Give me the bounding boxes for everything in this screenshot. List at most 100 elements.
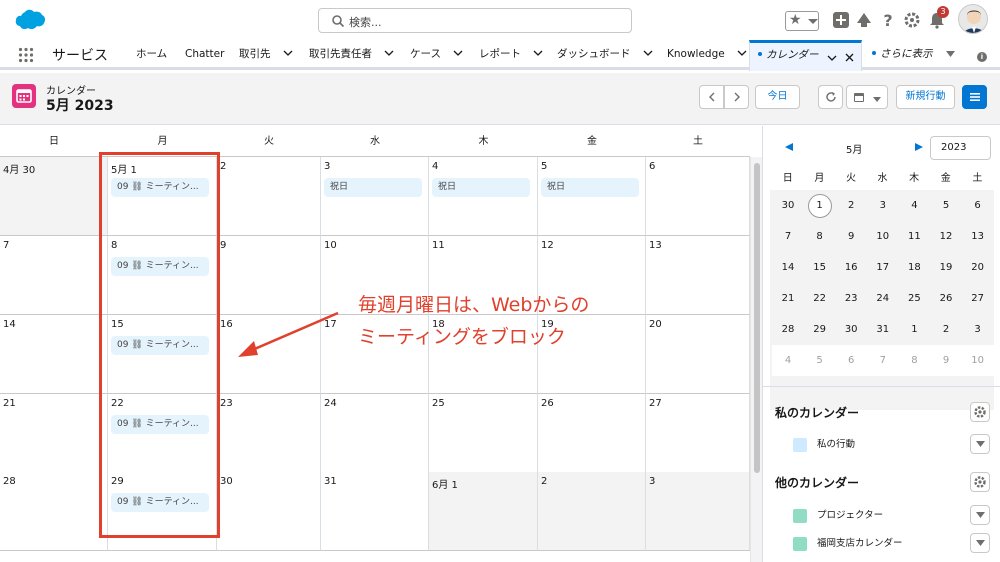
calendar-day-cell[interactable]: 4月 30 bbox=[0, 157, 108, 236]
chevron-down-icon[interactable] bbox=[827, 53, 837, 63]
calendar-day-cell[interactable]: 3 bbox=[646, 472, 750, 551]
calendar-view-menu-button[interactable] bbox=[846, 85, 888, 109]
mini-day[interactable]: 6 bbox=[962, 190, 994, 221]
nav-tab-calendar[interactable]: カレンダー bbox=[749, 40, 862, 71]
mini-day[interactable]: 30 bbox=[772, 190, 804, 221]
calendar-day-cell[interactable]: 3 祝日 bbox=[321, 157, 429, 236]
gear-icon[interactable] bbox=[903, 11, 921, 29]
calendar-item-menu-button[interactable] bbox=[970, 434, 990, 454]
calendar-day-cell[interactable]: 27 bbox=[646, 394, 750, 473]
nav-tab-home[interactable]: ホーム bbox=[136, 40, 167, 70]
chevron-down-icon[interactable] bbox=[453, 48, 463, 58]
today-button[interactable]: 今日 bbox=[755, 85, 800, 109]
calendar-day-cell[interactable]: 28 bbox=[0, 472, 108, 551]
calendar-day-cell[interactable]: 4 祝日 bbox=[429, 157, 538, 236]
mini-day[interactable]: 27 bbox=[962, 283, 994, 314]
mini-day[interactable]: 28 bbox=[772, 314, 804, 345]
mini-day[interactable]: 5 bbox=[803, 345, 836, 376]
mini-day[interactable]: 18 bbox=[898, 252, 930, 283]
nav-tab-dashboards[interactable]: ダッシュボード bbox=[557, 40, 653, 70]
chevron-down-icon[interactable] bbox=[808, 19, 818, 24]
app-launcher-icon[interactable] bbox=[18, 47, 34, 63]
mini-day[interactable]: 2 bbox=[835, 190, 867, 221]
mini-day[interactable]: 4 bbox=[772, 345, 804, 376]
mini-day[interactable]: 8 bbox=[804, 221, 836, 252]
mini-day[interactable]: 23 bbox=[835, 283, 867, 314]
scrollbar-thumb[interactable] bbox=[754, 163, 760, 473]
mini-day[interactable]: 4 bbox=[898, 190, 930, 221]
calendar-day-cell[interactable]: 30 bbox=[217, 472, 321, 551]
previous-month-button[interactable] bbox=[699, 85, 724, 109]
calendar-scrollbar[interactable] bbox=[750, 157, 762, 562]
nav-tab-contacts[interactable]: 取引先責任者 bbox=[309, 40, 394, 70]
calendar-item-menu-button[interactable] bbox=[970, 533, 990, 553]
favorites-button[interactable]: ★ bbox=[785, 11, 819, 31]
new-event-button[interactable]: 新規行動 bbox=[896, 85, 955, 109]
nav-tab-knowledge[interactable]: Knowledge bbox=[667, 40, 747, 70]
mini-day[interactable]: 3 bbox=[962, 314, 994, 345]
my-calendars-settings-button[interactable] bbox=[970, 402, 990, 422]
user-avatar[interactable] bbox=[958, 4, 988, 34]
mini-day[interactable]: 15 bbox=[804, 252, 836, 283]
global-search-input[interactable]: 検索... bbox=[318, 8, 632, 33]
mini-day[interactable]: 11 bbox=[898, 221, 930, 252]
add-icon[interactable] bbox=[832, 11, 850, 29]
nav-tab-reports[interactable]: レポート bbox=[479, 40, 543, 70]
calendar-day-cell[interactable]: 6月 1 bbox=[429, 472, 538, 551]
mini-day[interactable]: 7 bbox=[866, 345, 899, 376]
mini-day[interactable]: 20 bbox=[962, 252, 994, 283]
mini-day[interactable]: 31 bbox=[867, 314, 899, 345]
mini-day[interactable]: 30 bbox=[835, 314, 867, 345]
calendar-day-cell[interactable]: 9 bbox=[217, 236, 321, 315]
chevron-down-icon[interactable] bbox=[384, 48, 394, 58]
calendar-day-cell[interactable]: 2 bbox=[538, 472, 646, 551]
calendar-item-my-events[interactable]: 私の行動 bbox=[793, 436, 855, 452]
mini-day[interactable]: 9 bbox=[835, 221, 867, 252]
mini-day[interactable]: 16 bbox=[835, 252, 867, 283]
chevron-down-icon[interactable] bbox=[283, 48, 293, 58]
mini-day[interactable]: 7 bbox=[772, 221, 804, 252]
help-icon[interactable]: ? bbox=[879, 11, 897, 29]
mini-day[interactable]: 3 bbox=[867, 190, 899, 221]
calendar-item-projector[interactable]: プロジェクター bbox=[793, 507, 883, 523]
mini-day[interactable]: 24 bbox=[867, 283, 899, 314]
calendar-day-cell[interactable]: 23 bbox=[217, 394, 321, 473]
calendar-day-cell[interactable]: 21 bbox=[0, 394, 108, 473]
calendar-day-cell[interactable]: 7 bbox=[0, 236, 108, 315]
refresh-button[interactable] bbox=[818, 85, 843, 109]
mini-prev-month-icon[interactable] bbox=[785, 143, 793, 151]
mini-day[interactable]: 2 bbox=[930, 314, 962, 345]
calendar-day-cell[interactable]: 31 bbox=[321, 472, 429, 551]
calendar-day-cell[interactable]: 2 bbox=[217, 157, 321, 236]
nav-more-button[interactable]: さらに表示 bbox=[872, 40, 955, 70]
nav-tab-cases[interactable]: ケース bbox=[410, 40, 463, 70]
mini-day[interactable]: 29 bbox=[804, 314, 836, 345]
mini-day[interactable]: 19 bbox=[930, 252, 962, 283]
calendar-day-cell[interactable]: 24 bbox=[321, 394, 429, 473]
info-icon[interactable]: i bbox=[977, 52, 987, 62]
holiday-event[interactable]: 祝日 bbox=[432, 178, 530, 197]
mini-day-today[interactable]: 1 bbox=[804, 190, 836, 221]
close-icon[interactable] bbox=[845, 53, 854, 62]
mini-day[interactable]: 22 bbox=[804, 283, 836, 314]
mini-day[interactable]: 10 bbox=[867, 221, 899, 252]
next-month-button[interactable] bbox=[724, 85, 749, 109]
calendar-day-cell[interactable]: 5 祝日 bbox=[538, 157, 646, 236]
mini-day[interactable]: 12 bbox=[930, 221, 962, 252]
nav-tab-accounts[interactable]: 取引先 bbox=[239, 40, 293, 70]
mini-day[interactable]: 9 bbox=[930, 345, 962, 376]
mini-day[interactable]: 13 bbox=[962, 221, 994, 252]
mini-day[interactable]: 25 bbox=[898, 283, 930, 314]
caret-down-icon[interactable] bbox=[945, 50, 955, 58]
mini-day[interactable]: 6 bbox=[835, 345, 868, 376]
calendar-day-cell[interactable]: 13 bbox=[646, 236, 750, 315]
holiday-event[interactable]: 祝日 bbox=[324, 178, 422, 197]
mini-day[interactable]: 8 bbox=[898, 345, 931, 376]
calendar-day-cell[interactable]: 20 bbox=[646, 315, 750, 394]
calendar-day-cell[interactable]: 25 bbox=[429, 394, 538, 473]
year-select[interactable]: 2023 bbox=[930, 136, 991, 160]
chevron-down-icon[interactable] bbox=[533, 48, 543, 58]
mini-day[interactable]: 5 bbox=[930, 190, 962, 221]
mini-day[interactable]: 17 bbox=[867, 252, 899, 283]
trailhead-icon[interactable] bbox=[855, 11, 873, 29]
